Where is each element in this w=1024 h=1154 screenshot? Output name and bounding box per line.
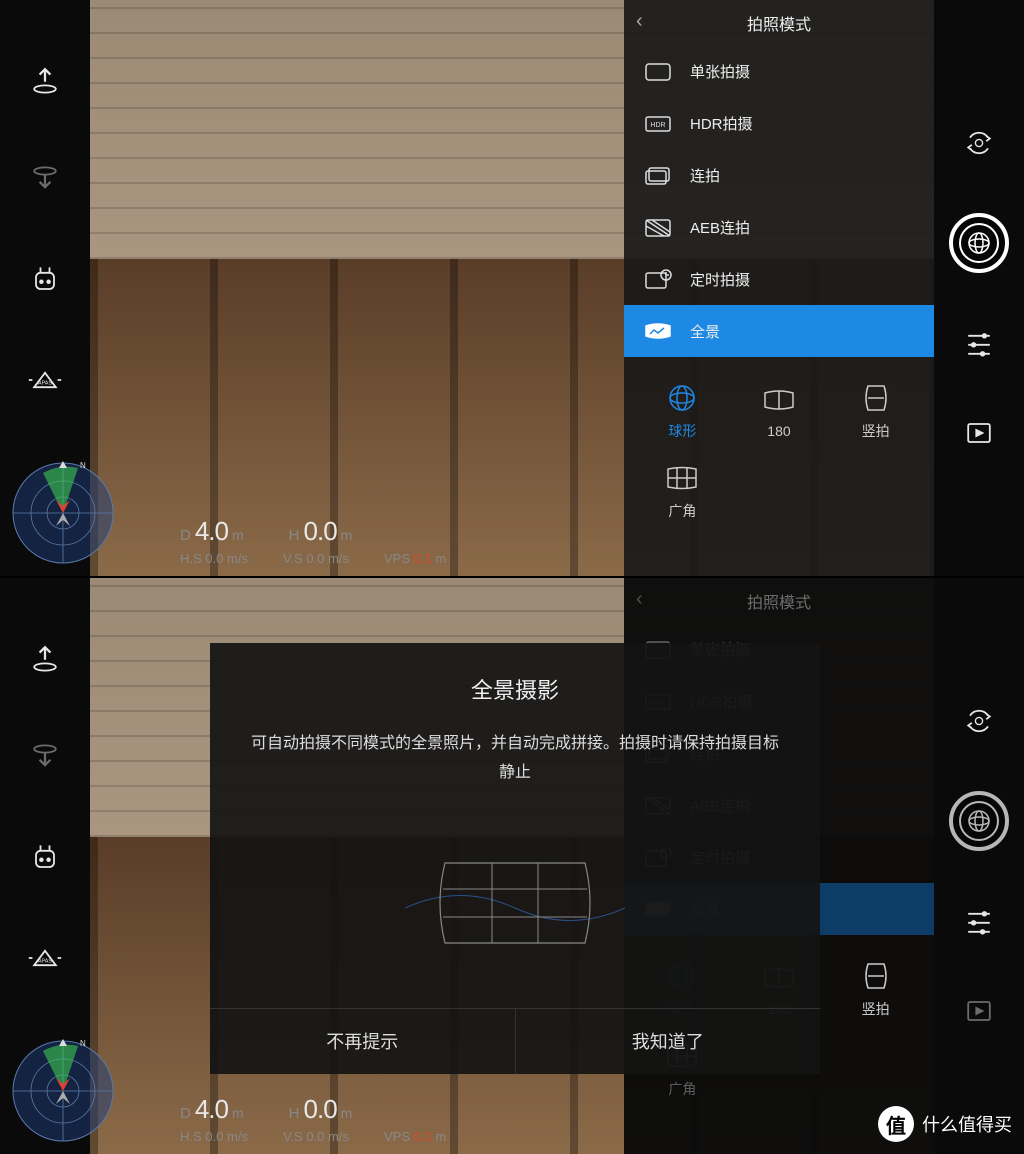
telemetry-hs: H.S 0.0 m/s <box>180 551 248 566</box>
pano-wide[interactable]: 广角 <box>634 452 731 532</box>
pano-vertical[interactable]: 竖拍 <box>827 372 924 452</box>
svg-text:N: N <box>80 461 86 470</box>
watermark-badge-icon: 值 <box>878 1106 914 1142</box>
svg-text:APAS: APAS <box>38 959 52 965</box>
menu-title: 拍照模式 <box>747 11 811 35</box>
camera-switch-icon[interactable] <box>959 123 999 163</box>
mode-burst[interactable]: 连拍 <box>624 149 934 201</box>
mode-hdr[interactable]: HDRHDR拍摄 <box>624 97 934 149</box>
smart-mode-icon[interactable] <box>25 260 65 300</box>
settings-icon[interactable] <box>959 323 999 363</box>
mode-timed[interactable]: 定时拍摄 <box>624 253 934 305</box>
svg-text:N: N <box>80 1039 86 1048</box>
dialog-body: 可自动拍摄不同模式的全景照片，并自动完成拼接。拍摄时请保持拍摄目标静止 <box>250 730 780 788</box>
dialog-illustration <box>250 828 780 978</box>
camera-switch-icon[interactable] <box>959 701 999 741</box>
pano-180[interactable]: 180 <box>731 372 828 452</box>
playback-icon[interactable] <box>959 991 999 1031</box>
telemetry-vs: V.S 0.0 m/s <box>283 551 349 566</box>
dialog-title: 全景摄影 <box>250 673 780 705</box>
mode-single[interactable]: 单张拍摄 <box>624 45 934 97</box>
dont-show-again-button[interactable]: 不再提示 <box>210 1009 516 1074</box>
svg-text:HDR: HDR <box>650 122 665 129</box>
return-home-icon[interactable] <box>25 160 65 200</box>
got-it-button[interactable]: 我知道了 <box>516 1009 821 1074</box>
dialog-buttons: 不再提示 我知道了 <box>210 1008 820 1074</box>
takeoff-icon[interactable] <box>25 638 65 678</box>
watermark-text: 什么值得买 <box>922 1111 1012 1137</box>
panorama-info-dialog: 全景摄影 可自动拍摄不同模式的全景照片，并自动完成拼接。拍摄时请保持拍摄目标静止… <box>210 643 820 1074</box>
menu-header: ‹ 拍照模式 <box>624 0 934 45</box>
shutter-button[interactable] <box>949 213 1009 273</box>
panorama-subgrid: 球形 180 竖拍 广角 <box>624 357 934 547</box>
return-home-icon[interactable] <box>25 738 65 778</box>
settings-icon[interactable] <box>959 901 999 941</box>
right-toolbar <box>934 0 1024 576</box>
telemetry-vps: VPS 0.1 m <box>384 551 446 566</box>
right-toolbar <box>934 578 1024 1154</box>
smart-mode-icon[interactable] <box>25 838 65 878</box>
apas-icon[interactable]: APAS <box>25 938 65 978</box>
telemetry-distance: D 4.0 m <box>180 516 244 547</box>
shutter-button[interactable] <box>949 791 1009 851</box>
telemetry-height: H 0.0 m <box>289 516 353 547</box>
apas-icon[interactable]: APAS <box>25 360 65 400</box>
svg-text:APAS: APAS <box>38 381 52 387</box>
takeoff-icon[interactable] <box>25 60 65 100</box>
pano-sphere[interactable]: 球形 <box>634 372 731 452</box>
screen-bottom: APAS N D4.0m H0.0m H.S 0.0 m/s V.S 0.0 m… <box>0 578 1024 1154</box>
mode-aeb[interactable]: AEB连拍 <box>624 201 934 253</box>
mode-panorama[interactable]: 全景 <box>624 305 934 357</box>
screen-top: APAS N D 4.0 m H 0 <box>0 0 1024 576</box>
watermark: 值 什么值得买 <box>878 1106 1012 1142</box>
playback-icon[interactable] <box>959 413 999 453</box>
photo-mode-menu: ‹ 拍照模式 单张拍摄 HDRHDR拍摄 连拍 AEB连拍 定时拍摄 全景 球形… <box>624 0 934 576</box>
back-icon[interactable]: ‹ <box>636 10 643 33</box>
